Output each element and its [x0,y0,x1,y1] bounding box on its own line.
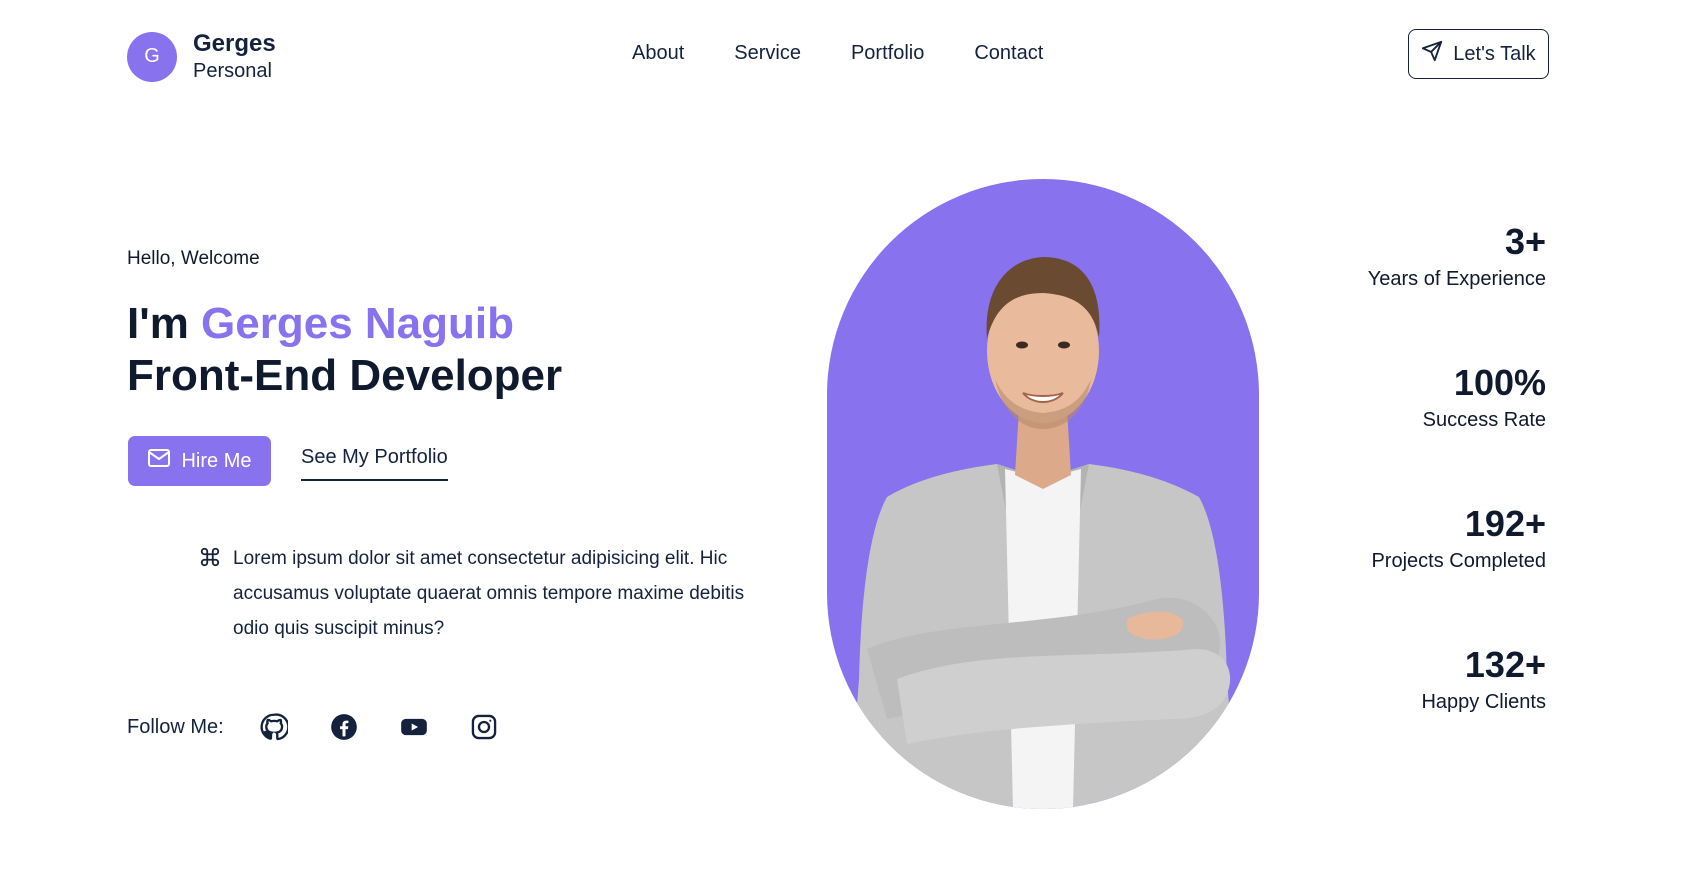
brand-text: Gerges Personal [193,29,276,84]
stat-label: Years of Experience [1367,268,1546,290]
brand-name: Gerges [193,30,276,57]
stats-panel: 3+ Years of Experience 100% Success Rate… [1246,220,1546,784]
stat-value: 3+ [1504,221,1546,262]
person-illustration [849,257,1237,809]
page: G Gerges Personal About Service Portfoli… [0,0,1696,885]
stat-item: 192+ Projects Completed [1246,502,1546,643]
brand-avatar: G [127,31,177,82]
brand-logo[interactable]: G Gerges Personal [127,29,276,84]
github-icon[interactable] [260,713,288,741]
command-icon [199,546,221,568]
instagram-icon[interactable] [470,713,498,741]
hero-role: Front-End Developer [127,351,563,400]
nav-service[interactable]: Service [734,42,801,65]
youtube-icon[interactable] [400,713,428,741]
see-portfolio-link[interactable]: See My Portfolio [301,446,448,481]
nav-portfolio[interactable]: Portfolio [851,42,924,65]
lets-talk-button[interactable]: Let's Talk [1408,29,1549,79]
nav-about[interactable]: About [632,42,684,65]
hero-headline: I'm Gerges Naguib Front-End Developer [127,298,562,402]
stat-item: 132+ Happy Clients [1246,643,1546,784]
hero-greeting: Hello, Welcome [127,248,260,269]
blurb-text: Lorem ipsum dolor sit amet consectetur a… [233,548,745,639]
main-nav: About Service Portfolio Contact [632,42,1043,65]
site-header: G Gerges Personal About Service Portfoli… [0,0,1696,108]
mail-icon [147,448,171,474]
stat-label: Happy Clients [1421,691,1546,713]
hire-me-button[interactable]: Hire Me [128,436,271,486]
profile-portrait [827,179,1259,809]
brand-subtitle: Personal [193,60,272,82]
stat-value: 100% [1453,362,1546,403]
stat-label: Success Rate [1422,409,1546,431]
hire-me-label: Hire Me [181,449,252,472]
facebook-icon[interactable] [330,713,358,741]
hero-blurb: Lorem ipsum dolor sit amet consectetur a… [199,541,759,646]
brand-initial: G [144,45,160,67]
follow-label: Follow Me: [127,715,224,738]
stat-item: 3+ Years of Experience [1246,220,1546,361]
follow-section: Follow Me: [127,713,540,741]
nav-contact[interactable]: Contact [974,42,1043,65]
stat-value: 192+ [1464,503,1546,544]
hero-intro: I'm [127,299,189,348]
stat-value: 132+ [1464,644,1546,685]
stat-item: 100% Success Rate [1246,361,1546,502]
stat-label: Projects Completed [1371,550,1546,572]
send-icon [1421,40,1443,68]
lets-talk-label: Let's Talk [1453,42,1536,65]
hero-name: Gerges Naguib [201,299,515,348]
